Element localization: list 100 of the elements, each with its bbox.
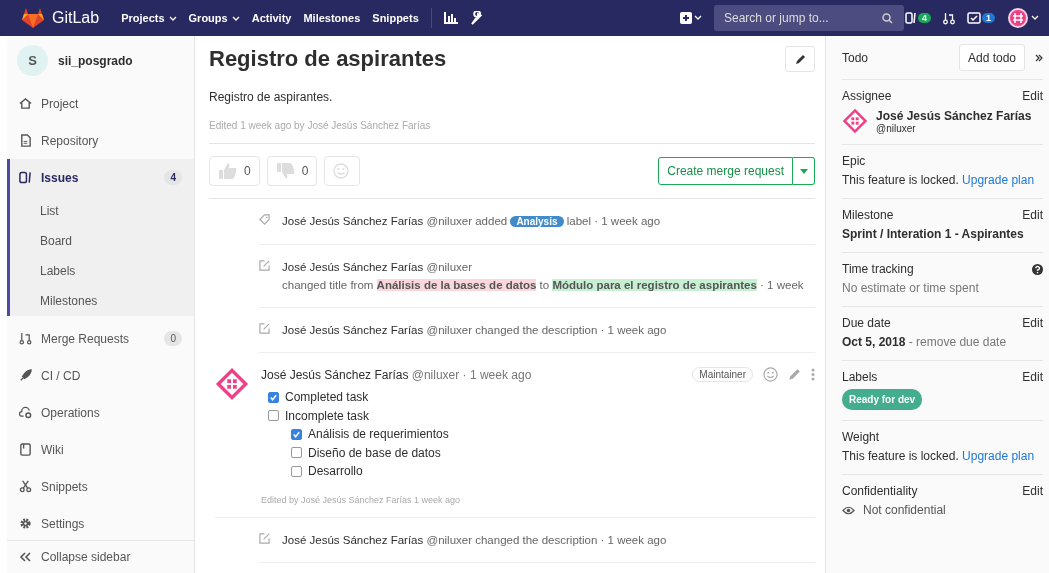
sidebar-subitem[interactable]: Milestones [10,286,194,316]
task-label: Completed task [285,390,369,405]
task-label: Diseño de base de datos [308,445,441,460]
todo-icon[interactable] [967,12,981,24]
letter-avatar[interactable]: S [17,45,48,76]
thumbs-down-icon [275,162,296,180]
sidebar-subitem[interactable]: Labels [10,256,194,286]
sidebar-subitem[interactable]: List [10,196,194,226]
todo-label: Todo [842,50,869,65]
merge-request-icon [19,332,32,345]
task-label: Incomplete task [285,408,370,423]
create-merge-request-button[interactable]: Create merge request [658,157,793,185]
sidebar-item[interactable]: Repository [7,122,194,159]
user-avatar-icon [215,367,249,401]
system-note: José Jesús Sánchez Farías @niluxer changed title from Análisis de la bases de datos to Módulo para el registro de aspirantes · 1 week [282,260,804,293]
nav-link[interactable]: Activity [251,12,292,24]
comment-header: José Jesús Sánchez Farías @niluxer · 1 week ago [261,367,532,382]
task-checkbox[interactable] [268,391,279,403]
nav-link[interactable]: Projects [121,12,177,24]
sidebar-item[interactable]: CI / CD [7,357,194,394]
document-icon [19,134,32,147]
task-label: Desarrollo [308,464,363,479]
edit-link[interactable]: Edit [1022,484,1043,498]
help-icon[interactable] [1032,263,1043,275]
edit-title-button[interactable] [785,46,815,72]
sidebar-item[interactable]: Project [7,85,194,122]
assignee-name[interactable]: José Jesús Sánchez Farías [876,108,1032,123]
sidebar-item[interactable]: Operations [7,394,194,431]
issue-description: Registro de aspirantes. [209,90,334,104]
locked-message: This feature is locked. Upgrade plan [842,449,1036,464]
task-checkbox[interactable] [291,465,302,477]
edit-note-icon [259,260,270,271]
thumbs-up-icon [218,162,238,180]
double-chevron-icon [19,552,31,562]
task-label: Análisis de requerimientos [308,427,449,442]
upgrade-plan-link[interactable]: Upgrade plan [962,449,1035,463]
sidebar-item[interactable]: Settings [7,505,194,540]
due-date-value: Oct 5, 2018 [842,335,906,349]
count-badge: 4 [164,170,182,185]
plus-icon[interactable] [679,12,702,24]
sidebar-item[interactable]: Issues 4 [10,159,194,196]
fox-logo-icon[interactable] [22,8,44,28]
chart-icon[interactable] [443,12,458,24]
issues-icon[interactable] [904,12,917,24]
issues-count: 4 [917,13,931,23]
issue-title: Registro de aspirantes [209,46,447,72]
project-name[interactable]: sii_posgrado [58,53,133,68]
section-title: Assignee [842,89,892,103]
edit-link[interactable]: Edit [1022,89,1043,103]
nav-link[interactable]: Snippets [372,12,419,24]
time-tracking-value: No estimate or time spent [842,281,980,296]
locked-message: This feature is locked. Upgrade plan [842,173,1036,188]
edit-note-icon [259,323,270,334]
section-title: Epic [842,154,866,168]
merge-request-icon[interactable] [943,11,955,25]
confidentiality-value: Not confidential [863,503,946,518]
search-field[interactable]: Search or jump to... [713,5,904,31]
task-checkbox[interactable] [291,428,302,440]
cloud-gear-icon [19,406,32,419]
system-note: José Jesús Sánchez Farías @niluxer changed the description · 1 week ago [282,532,667,548]
assignee-handle: @niluxer [876,122,917,134]
upgrade-plan-link[interactable]: Upgrade plan [962,173,1035,187]
edit-link[interactable]: Edit [1022,316,1043,330]
caret-icon [799,168,808,174]
sidebar-item[interactable]: Snippets [7,468,194,505]
edit-link[interactable]: Edit [1022,370,1043,384]
eye-icon [842,506,855,515]
section-title: Confidentiality [842,484,918,498]
section-title: Time tracking [842,262,914,276]
home-icon [19,97,32,110]
task-checkbox[interactable] [291,447,302,459]
sidebar-item[interactable]: Merge Requests 0 [7,320,194,357]
nav-link[interactable]: Groups [188,12,240,24]
wrench-icon[interactable] [469,11,482,25]
edited-note: Edited 1 week ago by José Jesús Sánchez Farías [209,120,432,131]
smiley-icon [333,163,350,179]
label-badge[interactable]: Analysis [510,216,564,227]
add-todo-button[interactable]: Add todo [958,44,1025,71]
edited-note: Edited by José Jesús Sánchez Farías 1 week ago [261,494,462,505]
edit-note-icon [259,532,270,544]
scissors-icon [19,480,32,493]
dropdown-toggle-button[interactable] [793,157,815,185]
user-avatar-icon[interactable] [1007,7,1039,29]
tag-icon [259,214,270,225]
task-checkbox[interactable] [268,410,279,422]
rocket-icon [19,369,32,382]
section-title: Milestone [842,208,894,222]
remove-due-date-link[interactable]: - remove due date [908,335,1007,349]
sidebar-item[interactable]: Wiki [7,431,194,468]
brand-name[interactable]: GitLab [52,9,100,27]
thumbs-down-button[interactable]: 0 [266,156,318,186]
section-title: Weight [842,430,880,444]
system-note: José Jesús Sánchez Farías @niluxer added Analysis label · 1 week ago [282,214,661,229]
milestone-value[interactable]: Sprint / Interation 1 - Aspirantes [842,227,1024,241]
thumbs-up-button[interactable]: 0 [209,156,260,186]
collapse-icon[interactable] [1035,53,1043,62]
nav-link[interactable]: Milestones [303,12,361,24]
edit-link[interactable]: Edit [1022,208,1043,222]
book-icon [19,443,32,456]
sidebar-subitem[interactable]: Board [10,226,194,256]
